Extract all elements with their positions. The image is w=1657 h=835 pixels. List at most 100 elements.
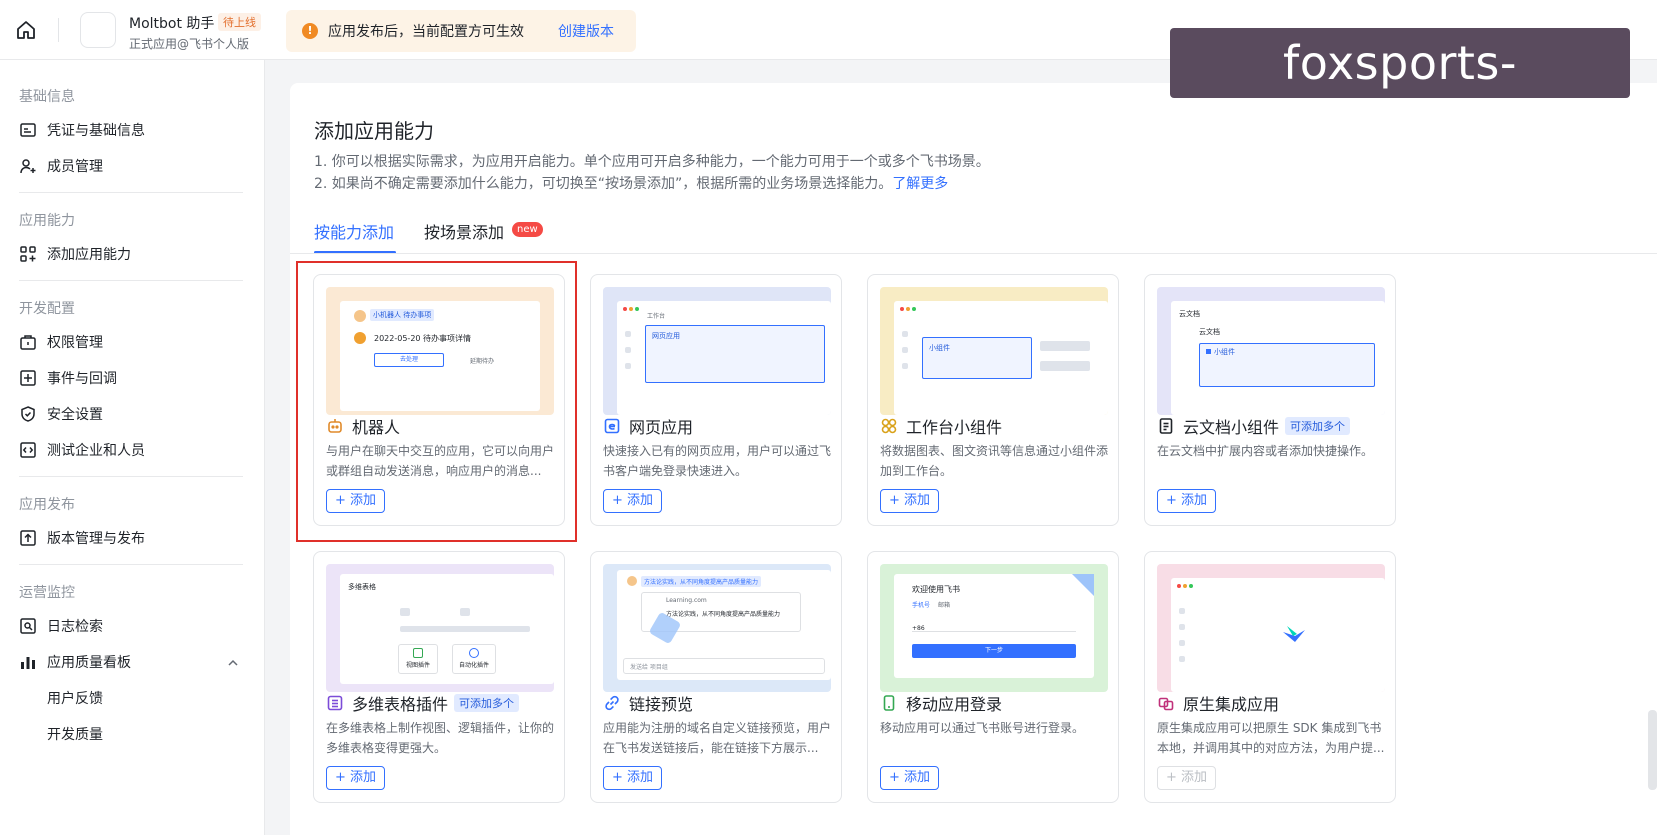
add-link-preview-button[interactable]: + 添加 [603,766,663,790]
section-title-publish: 应用发布 [19,497,75,513]
phone-input-mock: +86 [912,618,1076,632]
sidebar-item-test-tenants[interactable]: 测试企业和人员 [19,436,249,464]
web-frame: 网页应用 [645,325,825,383]
code-box-icon [20,442,36,458]
widget-mock: 小组件 [894,301,1108,415]
nav-icon [902,347,908,353]
chat-name: 小机器人 待办事项 [370,309,435,321]
add-doc-widget-button[interactable]: + 添加 [1157,489,1217,513]
country-code: +86 [912,625,925,632]
sidebar-subitem-feedback[interactable]: 用户反馈 [47,688,103,708]
sidebar-item-quality-board[interactable]: 应用质量看板 [19,648,249,676]
nav-icon [1179,656,1185,662]
learn-more-link[interactable]: 了解更多 [892,176,948,192]
sidebar-item-versions[interactable]: 版本管理与发布 [19,524,249,552]
card-title-text: 移动应用登录 [906,695,1003,714]
card-title: 网页应用 [603,414,693,438]
robot-icon [328,419,342,433]
card-description: 原生集成应用可以把原生 SDK 集成到飞书本地，并调用其中的对应方法，为用户提.… [1157,721,1385,755]
sidebar-item-label: 成员管理 [47,159,103,175]
add-bitable-plugin-button[interactable]: + 添加 [326,766,386,790]
sidebar-item-label: 应用质量看板 [47,655,131,671]
doc-breadcrumb: 云文档 [1179,310,1200,318]
section-title-dev: 开发配置 [19,301,75,317]
add-web-app-button[interactable]: + 添加 [603,489,663,513]
link-preview-text: 方法论实践，从不同角度提高产品质量能力 [666,611,781,618]
view-plugin-label: 视图插件 [405,662,430,669]
card-preview-image: 小机器人 待办事项 2022-05-20 待办事项详情 去处理 延期待办 [326,287,554,415]
qr-corner [1072,574,1094,596]
sidebar-item-members[interactable]: 成员管理 [19,152,249,180]
sidebar-item-add-capability[interactable]: 添加应用能力 [19,240,249,268]
card-title-text: 网页应用 [629,418,694,437]
window-dot [629,307,633,311]
divider [19,280,243,281]
card-title: 多维表格插件 可添加多个 [326,691,520,715]
sidebar-item-label: 凭证与基础信息 [47,123,145,139]
divider [19,476,243,477]
multi-add-tag: 可添加多个 [454,694,520,712]
nav-icon [902,363,908,369]
add-robot-button[interactable]: + 添加 [326,489,386,513]
placeholder-bar [400,626,530,632]
sidebar-item-logs[interactable]: 日志检索 [19,612,249,640]
tab-by-capability[interactable]: 按能力添加 [314,219,394,243]
sidebar-item-label: 安全设置 [47,407,103,423]
shield-icon [21,406,35,422]
home-icon[interactable] [14,18,38,42]
native-mock [1171,578,1385,692]
capability-card-native-app[interactable]: 原生集成应用 原生集成应用可以把原生 SDK 集成到飞书本地，并调用其中的对应方… [1144,551,1396,803]
card-title: 云文档小组件 可添加多个 [1157,414,1351,438]
sidebar-item-events[interactable]: 事件与回调 [19,364,249,392]
card-preview-image: 小组件 [880,287,1108,415]
create-version-link[interactable]: 创建版本 [558,21,614,41]
link-url: Learning.com [666,597,707,604]
card-title-text: 原生集成应用 [1183,695,1280,714]
card-description: 将数据图表、图文资讯等信息通过小组件添加到工作台。 [880,444,1108,478]
description-line-2: 2. 如果尚不确定需要添加什么能力，可切换至“按场景添加”，根据所需的业务场景选… [314,173,948,193]
card-preview-image: 欢迎使用飞书 手机号 邮箱 +86 下一步 [880,564,1108,692]
sidebar-item-security[interactable]: 安全设置 [19,400,249,428]
description-text: 2. 如果尚不确定需要添加什么能力，可切换至“按场景添加”，根据所需的业务场景选… [314,176,893,192]
warning-icon: ! [302,23,318,39]
native-icon [1158,697,1174,711]
web-icon [604,418,620,434]
scrollbar-handle[interactable] [1648,710,1657,790]
card-description: 在多维表格上制作视图、逻辑插件，让你的多维表格变得更强大。 [326,721,554,755]
new-badge: new [512,222,543,237]
bot-avatar [354,332,366,344]
card-preview-image: 工作台 网页应用 [603,287,831,415]
doc-widget-frame: 小组件 [1199,343,1375,387]
window-dot [912,307,916,311]
window-dot [1177,584,1181,588]
capability-card-bitable-plugin[interactable]: 多维表格 视图插件 自动化插件 多维表格插件 可添加多个 在多维表格上制作视图、… [313,551,565,803]
capability-card-link-preview[interactable]: 方法论实践，从不同角度提高产品质量能力 Learning.com 方法论实践，从… [590,551,842,803]
card-title: 机器人 [326,414,400,438]
sidebar-item-credentials[interactable]: 凭证与基础信息 [19,116,249,144]
id-card-icon [20,123,36,137]
capability-card-mobile-login[interactable]: 欢迎使用飞书 手机号 邮箱 +86 下一步 移动应用登录 移动应用可以通过飞书账… [867,551,1119,803]
window-dot [906,307,910,311]
message-input-mock: 发送给 项目组 [623,658,825,674]
capability-card-robot[interactable]: 小机器人 待办事项 2022-05-20 待办事项详情 去处理 延期待办 机器人… [313,274,565,526]
card-title-text: 多维表格插件 [352,695,449,714]
login-tab-phone: 手机号 [912,602,931,609]
placeholder-bar [400,608,410,616]
sidebar-item-permissions[interactable]: 权限管理 [19,328,249,356]
user-add-icon [20,159,36,174]
add-workbench-widget-button[interactable]: + 添加 [880,489,940,513]
card-title: 工作台小组件 [880,414,1002,438]
capability-card-web-app[interactable]: 工作台 网页应用 网页应用 快速接入已有的网页应用，用户可以通过飞书客户端免登录… [590,274,842,526]
doc-mock: 云文档 云文档 小组件 [1171,301,1385,415]
app-logo [80,12,116,48]
sidebar-subitem-dev-quality[interactable]: 开发质量 [47,724,103,744]
chevron-up-icon[interactable] [226,656,240,670]
capability-card-workbench-widget[interactable]: 小组件 工作台小组件 将数据图表、图文资讯等信息通过小组件添加到工作台。 + 添… [867,274,1119,526]
add-mobile-login-button[interactable]: + 添加 [880,766,940,790]
login-mock: 欢迎使用飞书 手机号 邮箱 +86 下一步 [894,574,1094,678]
todo-delay: 延期待办 [470,358,495,365]
placeholder-bar [1040,361,1090,371]
sidebar-item-label: 事件与回调 [47,371,117,387]
tab-by-scenario[interactable]: 按场景添加 [424,219,504,243]
capability-card-doc-widget[interactable]: 云文档 云文档 小组件 云文档小组件 可添加多个 在云文档中扩展内容或者添加快捷… [1144,274,1396,526]
